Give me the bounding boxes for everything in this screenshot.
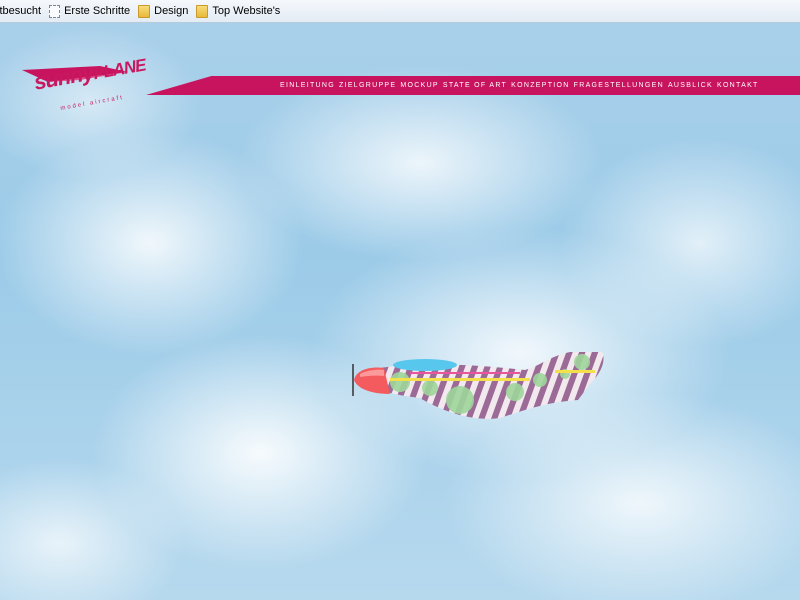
folder-icon	[138, 4, 151, 18]
site-logo[interactable]: sunnyPLANE model aircraft	[20, 55, 147, 130]
nav-ausblick[interactable]: AUSBLICK	[668, 82, 713, 89]
model-airplane-image	[352, 352, 604, 419]
nav-kontakt[interactable]: KONTAKT	[717, 82, 759, 89]
folder-icon	[196, 4, 209, 18]
bookmark-erste-schritte[interactable]: Erste Schritte	[46, 2, 135, 20]
bookmark-label: Top Website's	[212, 5, 281, 17]
bookmark-label: Erste Schritte	[64, 5, 131, 17]
nav-fragestellungen[interactable]: FRAGESTELLUNGEN	[574, 82, 664, 89]
page: stbesucht Erste Schritte Design Top Webs…	[0, 0, 800, 600]
bookmarks-toolbar: stbesucht Erste Schritte Design Top Webs…	[0, 0, 800, 23]
nav-konzeption[interactable]: KONZEPTION	[511, 82, 570, 89]
bookmark-top-websites[interactable]: Top Website's	[193, 2, 285, 20]
bookmark-label: stbesucht	[0, 5, 42, 17]
main-nav: EINLEITUNG ZIELGRUPPE MOCKUP STATE OF AR…	[280, 78, 759, 92]
nav-mockup[interactable]: MOCKUP	[400, 82, 439, 89]
nav-zielgruppe[interactable]: ZIELGRUPPE	[339, 82, 396, 89]
bookmark-design[interactable]: Design	[135, 2, 193, 20]
bookmark-label: Design	[154, 5, 189, 17]
nav-state-of-art[interactable]: STATE OF ART	[443, 82, 507, 89]
bookmark-meistbesucht[interactable]: stbesucht	[0, 2, 46, 20]
page-icon	[49, 4, 61, 18]
nav-einleitung[interactable]: EINLEITUNG	[280, 82, 335, 89]
